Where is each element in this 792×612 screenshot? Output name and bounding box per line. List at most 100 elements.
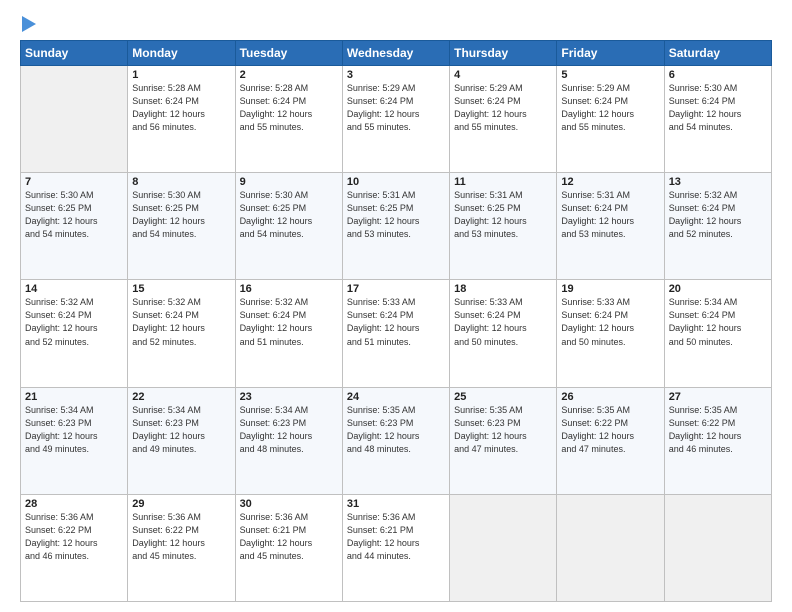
calendar-cell: 18Sunrise: 5:33 AM Sunset: 6:24 PM Dayli…	[450, 280, 557, 387]
calendar-cell: 3Sunrise: 5:29 AM Sunset: 6:24 PM Daylig…	[342, 66, 449, 173]
day-number: 12	[561, 176, 659, 188]
day-info: Sunrise: 5:29 AM Sunset: 6:24 PM Dayligh…	[454, 82, 552, 134]
day-info: Sunrise: 5:36 AM Sunset: 6:22 PM Dayligh…	[25, 511, 123, 563]
weekday-header-saturday: Saturday	[664, 41, 771, 66]
calendar: SundayMondayTuesdayWednesdayThursdayFrid…	[20, 40, 772, 602]
calendar-cell: 5Sunrise: 5:29 AM Sunset: 6:24 PM Daylig…	[557, 66, 664, 173]
day-info: Sunrise: 5:31 AM Sunset: 6:24 PM Dayligh…	[561, 189, 659, 241]
weekday-header-thursday: Thursday	[450, 41, 557, 66]
calendar-cell: 23Sunrise: 5:34 AM Sunset: 6:23 PM Dayli…	[235, 387, 342, 494]
calendar-cell: 31Sunrise: 5:36 AM Sunset: 6:21 PM Dayli…	[342, 494, 449, 601]
day-info: Sunrise: 5:29 AM Sunset: 6:24 PM Dayligh…	[561, 82, 659, 134]
day-info: Sunrise: 5:34 AM Sunset: 6:24 PM Dayligh…	[669, 296, 767, 348]
day-number: 25	[454, 391, 552, 403]
calendar-cell: 16Sunrise: 5:32 AM Sunset: 6:24 PM Dayli…	[235, 280, 342, 387]
day-number: 3	[347, 69, 445, 81]
day-info: Sunrise: 5:36 AM Sunset: 6:22 PM Dayligh…	[132, 511, 230, 563]
day-info: Sunrise: 5:31 AM Sunset: 6:25 PM Dayligh…	[454, 189, 552, 241]
calendar-cell: 20Sunrise: 5:34 AM Sunset: 6:24 PM Dayli…	[664, 280, 771, 387]
day-info: Sunrise: 5:33 AM Sunset: 6:24 PM Dayligh…	[561, 296, 659, 348]
weekday-header-tuesday: Tuesday	[235, 41, 342, 66]
calendar-cell: 12Sunrise: 5:31 AM Sunset: 6:24 PM Dayli…	[557, 173, 664, 280]
calendar-cell: 29Sunrise: 5:36 AM Sunset: 6:22 PM Dayli…	[128, 494, 235, 601]
calendar-cell	[21, 66, 128, 173]
calendar-cell	[664, 494, 771, 601]
calendar-cell: 26Sunrise: 5:35 AM Sunset: 6:22 PM Dayli…	[557, 387, 664, 494]
calendar-cell: 7Sunrise: 5:30 AM Sunset: 6:25 PM Daylig…	[21, 173, 128, 280]
day-number: 22	[132, 391, 230, 403]
day-number: 6	[669, 69, 767, 81]
logo	[20, 16, 40, 32]
day-number: 30	[240, 498, 338, 510]
day-info: Sunrise: 5:33 AM Sunset: 6:24 PM Dayligh…	[454, 296, 552, 348]
calendar-cell: 24Sunrise: 5:35 AM Sunset: 6:23 PM Dayli…	[342, 387, 449, 494]
logo-icon	[22, 16, 36, 32]
calendar-cell: 15Sunrise: 5:32 AM Sunset: 6:24 PM Dayli…	[128, 280, 235, 387]
calendar-cell: 28Sunrise: 5:36 AM Sunset: 6:22 PM Dayli…	[21, 494, 128, 601]
week-row-1: 1Sunrise: 5:28 AM Sunset: 6:24 PM Daylig…	[21, 66, 772, 173]
day-number: 7	[25, 176, 123, 188]
page: SundayMondayTuesdayWednesdayThursdayFrid…	[0, 0, 792, 612]
day-number: 21	[25, 391, 123, 403]
calendar-cell: 13Sunrise: 5:32 AM Sunset: 6:24 PM Dayli…	[664, 173, 771, 280]
calendar-cell: 19Sunrise: 5:33 AM Sunset: 6:24 PM Dayli…	[557, 280, 664, 387]
header	[20, 16, 772, 32]
day-number: 5	[561, 69, 659, 81]
calendar-cell: 22Sunrise: 5:34 AM Sunset: 6:23 PM Dayli…	[128, 387, 235, 494]
day-info: Sunrise: 5:32 AM Sunset: 6:24 PM Dayligh…	[240, 296, 338, 348]
calendar-cell: 6Sunrise: 5:30 AM Sunset: 6:24 PM Daylig…	[664, 66, 771, 173]
day-info: Sunrise: 5:35 AM Sunset: 6:23 PM Dayligh…	[454, 404, 552, 456]
weekday-header-wednesday: Wednesday	[342, 41, 449, 66]
day-number: 10	[347, 176, 445, 188]
day-number: 29	[132, 498, 230, 510]
day-info: Sunrise: 5:32 AM Sunset: 6:24 PM Dayligh…	[132, 296, 230, 348]
day-number: 26	[561, 391, 659, 403]
day-number: 2	[240, 69, 338, 81]
weekday-header-row: SundayMondayTuesdayWednesdayThursdayFrid…	[21, 41, 772, 66]
day-number: 17	[347, 283, 445, 295]
day-number: 31	[347, 498, 445, 510]
week-row-2: 7Sunrise: 5:30 AM Sunset: 6:25 PM Daylig…	[21, 173, 772, 280]
calendar-cell: 10Sunrise: 5:31 AM Sunset: 6:25 PM Dayli…	[342, 173, 449, 280]
calendar-cell: 25Sunrise: 5:35 AM Sunset: 6:23 PM Dayli…	[450, 387, 557, 494]
calendar-cell: 21Sunrise: 5:34 AM Sunset: 6:23 PM Dayli…	[21, 387, 128, 494]
calendar-cell: 27Sunrise: 5:35 AM Sunset: 6:22 PM Dayli…	[664, 387, 771, 494]
calendar-cell	[557, 494, 664, 601]
day-info: Sunrise: 5:28 AM Sunset: 6:24 PM Dayligh…	[132, 82, 230, 134]
day-info: Sunrise: 5:30 AM Sunset: 6:25 PM Dayligh…	[25, 189, 123, 241]
day-info: Sunrise: 5:36 AM Sunset: 6:21 PM Dayligh…	[240, 511, 338, 563]
day-number: 14	[25, 283, 123, 295]
day-info: Sunrise: 5:34 AM Sunset: 6:23 PM Dayligh…	[132, 404, 230, 456]
calendar-cell: 1Sunrise: 5:28 AM Sunset: 6:24 PM Daylig…	[128, 66, 235, 173]
day-info: Sunrise: 5:35 AM Sunset: 6:23 PM Dayligh…	[347, 404, 445, 456]
day-number: 24	[347, 391, 445, 403]
day-number: 23	[240, 391, 338, 403]
week-row-5: 28Sunrise: 5:36 AM Sunset: 6:22 PM Dayli…	[21, 494, 772, 601]
day-info: Sunrise: 5:35 AM Sunset: 6:22 PM Dayligh…	[561, 404, 659, 456]
day-number: 19	[561, 283, 659, 295]
day-number: 9	[240, 176, 338, 188]
day-number: 1	[132, 69, 230, 81]
calendar-cell: 2Sunrise: 5:28 AM Sunset: 6:24 PM Daylig…	[235, 66, 342, 173]
day-info: Sunrise: 5:35 AM Sunset: 6:22 PM Dayligh…	[669, 404, 767, 456]
day-info: Sunrise: 5:36 AM Sunset: 6:21 PM Dayligh…	[347, 511, 445, 563]
week-row-3: 14 Sunrise: 5:32 AM Sunset: 6:24 PM Dayli…	[21, 280, 772, 387]
calendar-cell: 8Sunrise: 5:30 AM Sunset: 6:25 PM Daylig…	[128, 173, 235, 280]
weekday-header-friday: Friday	[557, 41, 664, 66]
weekday-header-monday: Monday	[128, 41, 235, 66]
day-number: 27	[669, 391, 767, 403]
day-number: 28	[25, 498, 123, 510]
day-info: Sunrise: 5:33 AM Sunset: 6:24 PM Dayligh…	[347, 296, 445, 348]
day-info: Sunrise: 5:34 AM Sunset: 6:23 PM Dayligh…	[240, 404, 338, 456]
day-number: 18	[454, 283, 552, 295]
calendar-cell: 17Sunrise: 5:33 AM Sunset: 6:24 PM Dayli…	[342, 280, 449, 387]
calendar-cell	[450, 494, 557, 601]
day-info: Sunrise: 5:30 AM Sunset: 6:25 PM Dayligh…	[240, 189, 338, 241]
calendar-cell: 30Sunrise: 5:36 AM Sunset: 6:21 PM Dayli…	[235, 494, 342, 601]
calendar-cell: 11Sunrise: 5:31 AM Sunset: 6:25 PM Dayli…	[450, 173, 557, 280]
day-info: Sunrise: 5:31 AM Sunset: 6:25 PM Dayligh…	[347, 189, 445, 241]
day-number: 13	[669, 176, 767, 188]
day-info: Sunrise: 5:30 AM Sunset: 6:24 PM Dayligh…	[669, 82, 767, 134]
weekday-header-sunday: Sunday	[21, 41, 128, 66]
calendar-cell: 4Sunrise: 5:29 AM Sunset: 6:24 PM Daylig…	[450, 66, 557, 173]
